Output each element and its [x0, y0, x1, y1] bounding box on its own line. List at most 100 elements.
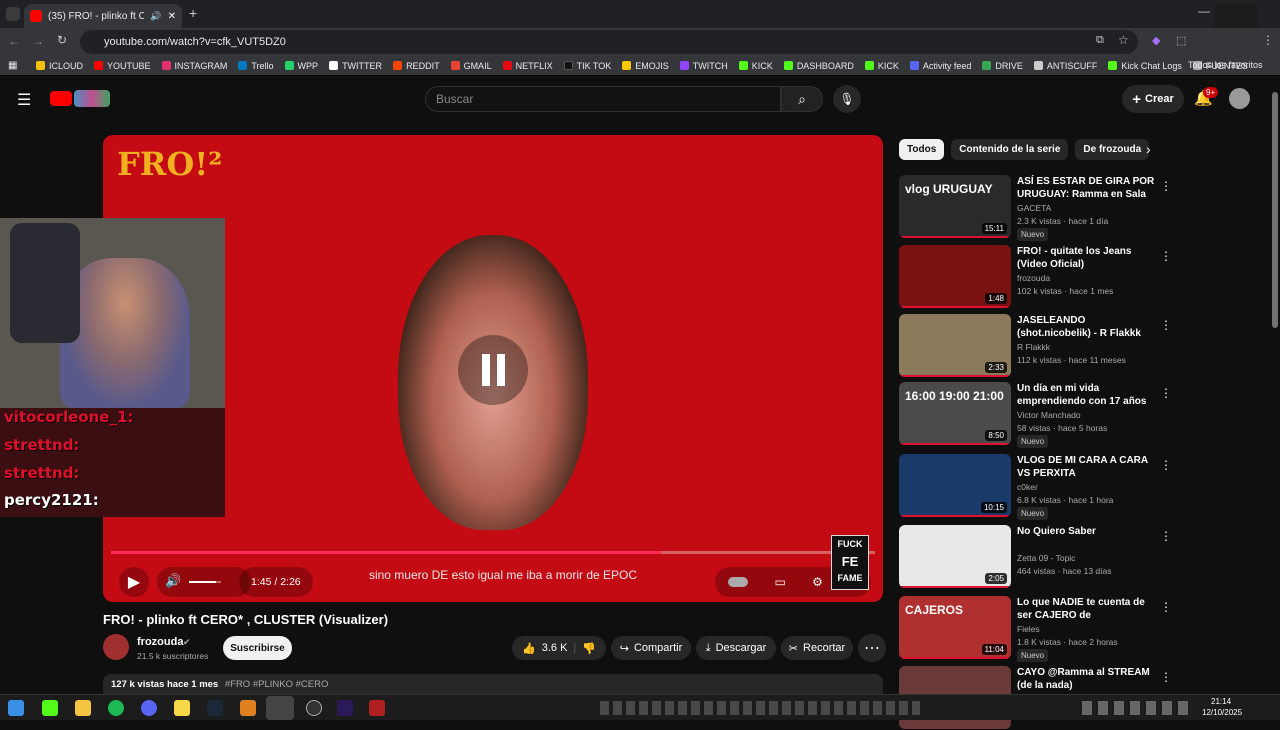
- settings-gear-icon[interactable]: ⚙: [812, 575, 823, 589]
- bookmark[interactable]: DRIVE: [982, 61, 1023, 71]
- bookmark[interactable]: INSTAGRAM: [161, 61, 227, 71]
- video-title[interactable]: Un día en mi vida emprendiendo con 17 añ…: [1017, 382, 1157, 409]
- related-video[interactable]: 2:33 JASELEANDO (shot.nicobelik) - R Fla…: [899, 314, 1279, 378]
- back-icon[interactable]: ←: [8, 34, 20, 48]
- all-bookmarks-folder[interactable]: Todos los favoritos: [1188, 60, 1263, 70]
- voice-meeter-icon[interactable]: [369, 700, 385, 716]
- search-button[interactable]: ⌕: [781, 86, 823, 112]
- apps-icon[interactable]: ▦: [8, 60, 17, 71]
- video-title[interactable]: No Quiero Saber: [1017, 525, 1157, 538]
- bookmark[interactable]: Trello: [238, 61, 274, 71]
- video-title[interactable]: FRO! - quitate los Jeans (Video Oficial): [1017, 245, 1157, 271]
- video-title[interactable]: CAYO @Ramma al STREAM (de la nada): [1017, 666, 1157, 692]
- video-title[interactable]: Lo que NADIE te cuenta de ser CAJERO de …: [1017, 596, 1157, 623]
- page-scrollbar[interactable]: [1272, 92, 1278, 328]
- related-video[interactable]: CAJEROS 11:04 Lo que NADIE te cuenta de …: [899, 596, 1279, 662]
- progress-bar[interactable]: [111, 551, 875, 554]
- hamburger-menu-icon[interactable]: ☰: [17, 90, 31, 110]
- bookmark[interactable]: EMOJIS: [622, 61, 669, 71]
- video-title[interactable]: VLOG DE MI CARA A CARA VS PERXITA: [1017, 454, 1157, 480]
- url-input[interactable]: youtube.com/watch?v=cfk_VUT5DZ0: [80, 30, 1138, 54]
- subscribe-button[interactable]: Suscribirse: [223, 636, 292, 660]
- share-button[interactable]: ↪ Compartir: [611, 636, 691, 660]
- discord-icon[interactable]: [141, 700, 157, 716]
- minimize-button[interactable]: —: [1198, 4, 1210, 18]
- bookmark[interactable]: YOUTUBE: [94, 61, 151, 71]
- extension-icon[interactable]: ◆: [1152, 34, 1160, 47]
- video-title[interactable]: ASÍ ES ESTAR DE GIRA POR URUGUAY: Ramma …: [1017, 175, 1157, 202]
- bookmark[interactable]: KICK: [864, 61, 899, 71]
- volume-control[interactable]: 🔊: [157, 567, 251, 597]
- browser-menu-icon[interactable]: ⋮: [1262, 33, 1274, 47]
- bookmark[interactable]: TWITCH: [679, 61, 728, 71]
- more-options-icon[interactable]: ⋮: [1160, 458, 1172, 472]
- tab-audio-icon[interactable]: 🔊: [150, 11, 161, 22]
- bookmark[interactable]: ANTISCUFF: [1033, 61, 1097, 71]
- browser-tab-active[interactable]: (35) FRO! - plinko ft CERO* 🔊 ✕: [24, 4, 182, 28]
- forward-icon[interactable]: →: [32, 34, 44, 48]
- tray-icons[interactable]: [600, 701, 920, 715]
- bookmark[interactable]: Kick Chat Logs: [1108, 61, 1182, 71]
- bookmark[interactable]: ICLOUD: [36, 61, 83, 71]
- more-options-icon[interactable]: ⋮: [1160, 670, 1172, 684]
- system-tray[interactable]: [1082, 701, 1192, 715]
- volume-slider[interactable]: [189, 581, 221, 583]
- video-thumbnail[interactable]: 1:48: [899, 245, 1011, 308]
- app-icon[interactable]: [240, 700, 256, 716]
- dislike-icon[interactable]: 👎: [582, 642, 596, 655]
- bookmark[interactable]: NETFLIX: [502, 61, 553, 71]
- tab-close-icon[interactable]: ✕: [168, 11, 176, 22]
- install-icon[interactable]: ⧉: [1096, 34, 1104, 47]
- more-options-icon[interactable]: ⋮: [1160, 249, 1172, 263]
- more-options-icon[interactable]: ⋮: [1160, 600, 1172, 614]
- more-options-icon[interactable]: ⋮: [1160, 529, 1172, 543]
- video-thumbnail[interactable]: CAJEROS 11:04: [899, 596, 1011, 659]
- more-options-icon[interactable]: ⋮: [1160, 318, 1172, 332]
- clock-time[interactable]: 21:14: [1211, 697, 1231, 706]
- related-video[interactable]: 16:00 19:00 21:00 8:50 Un día en mi vida…: [899, 382, 1279, 448]
- bookmark[interactable]: Activity feed: [909, 61, 971, 71]
- video-channel[interactable]: c0ker: [1017, 482, 1038, 492]
- spotify-icon[interactable]: [108, 700, 124, 716]
- bookmark[interactable]: TIK TOK: [563, 61, 611, 71]
- search-input[interactable]: Buscar: [425, 86, 781, 112]
- subtitles-icon[interactable]: ▭: [774, 575, 785, 589]
- windows-start-icon[interactable]: [8, 700, 24, 716]
- download-button[interactable]: ⤓ Descargar: [696, 636, 776, 660]
- bookmark[interactable]: GMAIL: [450, 61, 492, 71]
- star-icon[interactable]: ☆: [1118, 33, 1129, 47]
- avatar[interactable]: [1229, 88, 1250, 109]
- video-channel[interactable]: R Flakkk: [1017, 342, 1050, 352]
- video-channel[interactable]: frozouda: [1017, 273, 1050, 283]
- hashtags[interactable]: #FRO #PLINKO #CERO: [225, 679, 328, 690]
- more-actions-button[interactable]: ⋯: [858, 634, 886, 662]
- more-options-icon[interactable]: ⋮: [1160, 179, 1172, 193]
- clip-button[interactable]: ✂ Recortar: [781, 636, 853, 660]
- video-channel[interactable]: GACETA: [1017, 203, 1051, 213]
- file-explorer-icon[interactable]: [75, 700, 91, 716]
- video-channel[interactable]: Fieles: [1017, 624, 1040, 634]
- bookmark[interactable]: TWITTER: [329, 61, 382, 71]
- related-video[interactable]: 10:15 VLOG DE MI CARA A CARA VS PERXITA …: [899, 454, 1279, 520]
- video-channel[interactable]: Victor Manchado: [1017, 410, 1081, 420]
- video-title[interactable]: JASELEANDO (shot.nicobelik) - R Flakkk: [1017, 314, 1157, 340]
- clock-date[interactable]: 12/10/2025: [1202, 708, 1242, 717]
- extensions-puzzle-icon[interactable]: ⬚: [1176, 34, 1186, 47]
- notes-icon[interactable]: [174, 700, 190, 716]
- bookmark[interactable]: KICK: [738, 61, 773, 71]
- video-thumbnail[interactable]: 16:00 19:00 21:00 8:50: [899, 382, 1011, 445]
- bookmark[interactable]: DASHBOARD: [783, 61, 854, 71]
- reload-icon[interactable]: ↻: [57, 33, 67, 47]
- related-video[interactable]: 2:05 No Quiero Saber Zetta 09 - Topic 46…: [899, 525, 1279, 589]
- chip-series[interactable]: Contenido de la serie: [951, 139, 1069, 160]
- voice-search-button[interactable]: 🎙: [833, 85, 861, 113]
- chip-channel[interactable]: De frozouda: [1075, 139, 1150, 160]
- autoplay-toggle[interactable]: [728, 577, 749, 587]
- play-button[interactable]: ▶: [119, 567, 149, 597]
- pause-icon[interactable]: [458, 335, 528, 405]
- like-icon[interactable]: 👍: [522, 642, 536, 655]
- video-thumbnail[interactable]: 2:05: [899, 525, 1011, 588]
- obs-icon[interactable]: [306, 700, 322, 716]
- chrome-icon[interactable]: [266, 696, 294, 720]
- bookmark[interactable]: WPP: [284, 61, 318, 71]
